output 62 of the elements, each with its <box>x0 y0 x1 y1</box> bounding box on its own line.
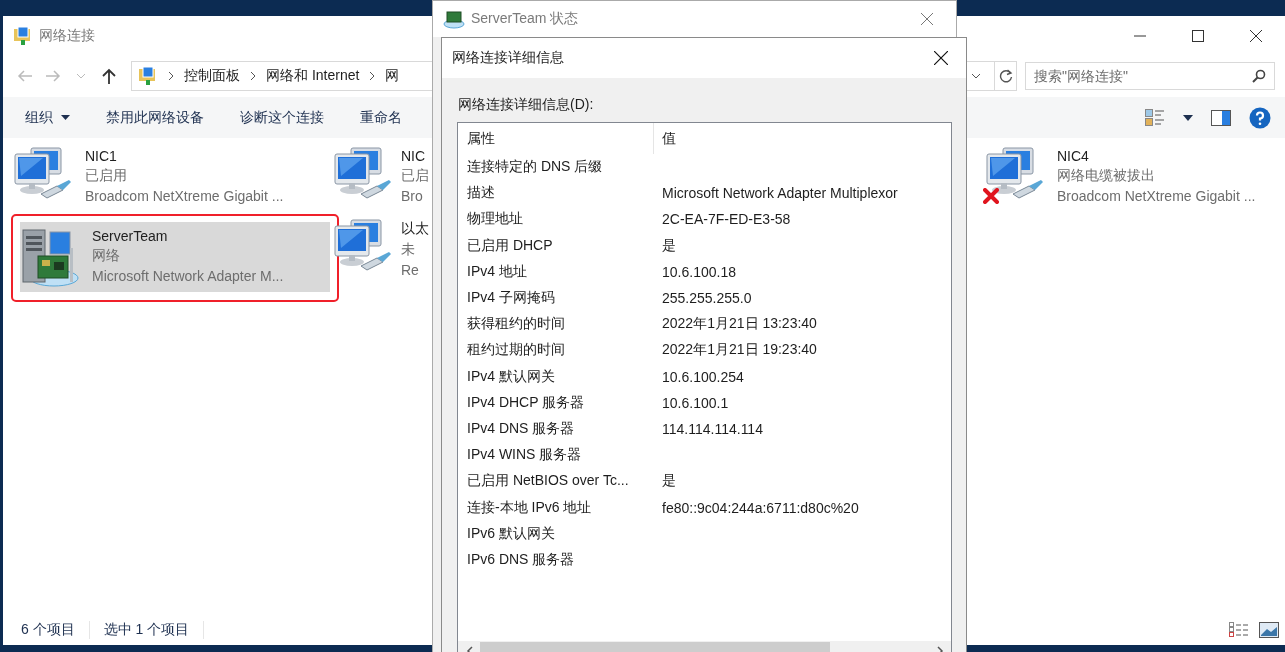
connection-item[interactable]: NIC1 已启用 Broadcom NetXtreme Gigabit ... <box>13 142 323 212</box>
dialog-title: 网络连接详细信息 <box>452 49 565 67</box>
connection-status: 网络电缆被拔出 <box>1057 167 1156 185</box>
connection-name: NIC4 <box>1057 148 1090 164</box>
property-cell-text: 已启用 NetBIOS over Tc... <box>466 472 630 491</box>
property-cell-text: IPv4 子网掩码 <box>466 289 556 308</box>
connection-status: 未 <box>401 241 416 259</box>
connection-item[interactable]: NIC 已启 Bro <box>333 142 429 212</box>
status-text: 6 个项目 <box>21 621 90 639</box>
property-cell-text: IPv4 WINS 服务器 <box>466 446 583 465</box>
connection-item[interactable]: ServerTeam 网络 Microsoft Network Adapter M... <box>20 222 330 292</box>
toolbar-button[interactable]: 禁用此网络设备 <box>106 108 204 127</box>
window-title: ServerTeam 状态 <box>471 10 579 28</box>
property-cell-text: IPv4 地址 <box>466 262 528 281</box>
toolbar-button[interactable]: 组织 <box>25 108 70 127</box>
value-cell-text: 2022年1月21日 19:23:40 <box>661 341 818 360</box>
value-cell-text: 是 <box>661 472 677 491</box>
value-cell-text: 255.255.255.0 <box>661 290 753 307</box>
connection-status: 网络 <box>92 247 121 265</box>
property-cell-text: 物理地址 <box>466 210 524 229</box>
breadcrumb-item[interactable]: 网 <box>385 67 400 85</box>
property-cell-text: IPv4 DHCP 服务器 <box>466 393 586 412</box>
device-name: Re <box>401 262 420 278</box>
value-cell-text: 是 <box>661 236 677 255</box>
device-name: Bro <box>401 188 424 204</box>
window-title: 网络连接 <box>39 27 96 45</box>
device-name: Broadcom NetXtreme Gigabit ... <box>85 188 284 204</box>
breadcrumb-item[interactable]: 控制面板 <box>184 67 240 85</box>
connection-item[interactable]: NIC4 网络电缆被拔出 Broadcom NetXtreme Gigabit ... <box>975 142 1285 212</box>
device-name: Broadcom NetXtreme Gigabit ... <box>1057 188 1256 204</box>
property-cell-text: 已启用 DHCP <box>466 236 554 255</box>
property-cell-text: 连接特定的 DNS 后缀 <box>466 158 604 177</box>
property-cell-text: 获得租约的时间 <box>466 315 566 334</box>
breadcrumb-item[interactable]: 网络和 Internet <box>266 67 360 85</box>
property-cell-text: 描述 <box>466 184 496 203</box>
connection-status: 已启 <box>401 167 429 185</box>
property-cell-text: IPv6 DNS 服务器 <box>466 550 576 569</box>
value-cell-text: 2C-EA-7F-ED-E3-58 <box>661 211 792 228</box>
property-cell-text: IPv4 DNS 服务器 <box>466 419 576 438</box>
device-name: Microsoft Network Adapter M... <box>92 268 284 284</box>
value-cell-text: Microsoft Network Adapter Multiplexor <box>661 185 899 202</box>
connection-name: NIC1 <box>85 148 118 164</box>
value-cell-text: fe80::9c04:244a:6711:d80c%20 <box>661 499 860 516</box>
toolbar-button[interactable]: 诊断这个连接 <box>240 108 324 127</box>
property-cell-text: IPv6 默认网关 <box>466 524 556 543</box>
value-cell-text: 114.114.114.114 <box>661 420 764 437</box>
connection-name: 以太 <box>401 220 429 238</box>
status-text: 选中 1 个项目 <box>103 621 205 639</box>
connection-item[interactable]: 以太 未 Re <box>333 214 429 284</box>
value-cell-text: 2022年1月21日 13:23:40 <box>661 315 818 334</box>
toolbar-button[interactable]: 重命名 <box>360 108 402 127</box>
value-cell-text: 10.6.100.1 <box>661 394 730 411</box>
value-cell-text: 10.6.100.254 <box>661 368 745 385</box>
connection-status: 已启用 <box>85 167 128 185</box>
search-field[interactable]: 搜索"网络连接" <box>1025 62 1275 90</box>
property-cell-text: IPv4 默认网关 <box>466 367 556 386</box>
property-cell-text: 连接-本地 IPv6 地址 <box>466 498 593 517</box>
connection-name: ServerTeam <box>92 228 169 244</box>
property-cell-text: 租约过期的时间 <box>466 341 566 360</box>
list-label: 网络连接详细信息(D): <box>458 96 595 114</box>
value-cell-text: 10.6.100.18 <box>661 263 737 280</box>
connection-name: NIC <box>401 148 427 164</box>
